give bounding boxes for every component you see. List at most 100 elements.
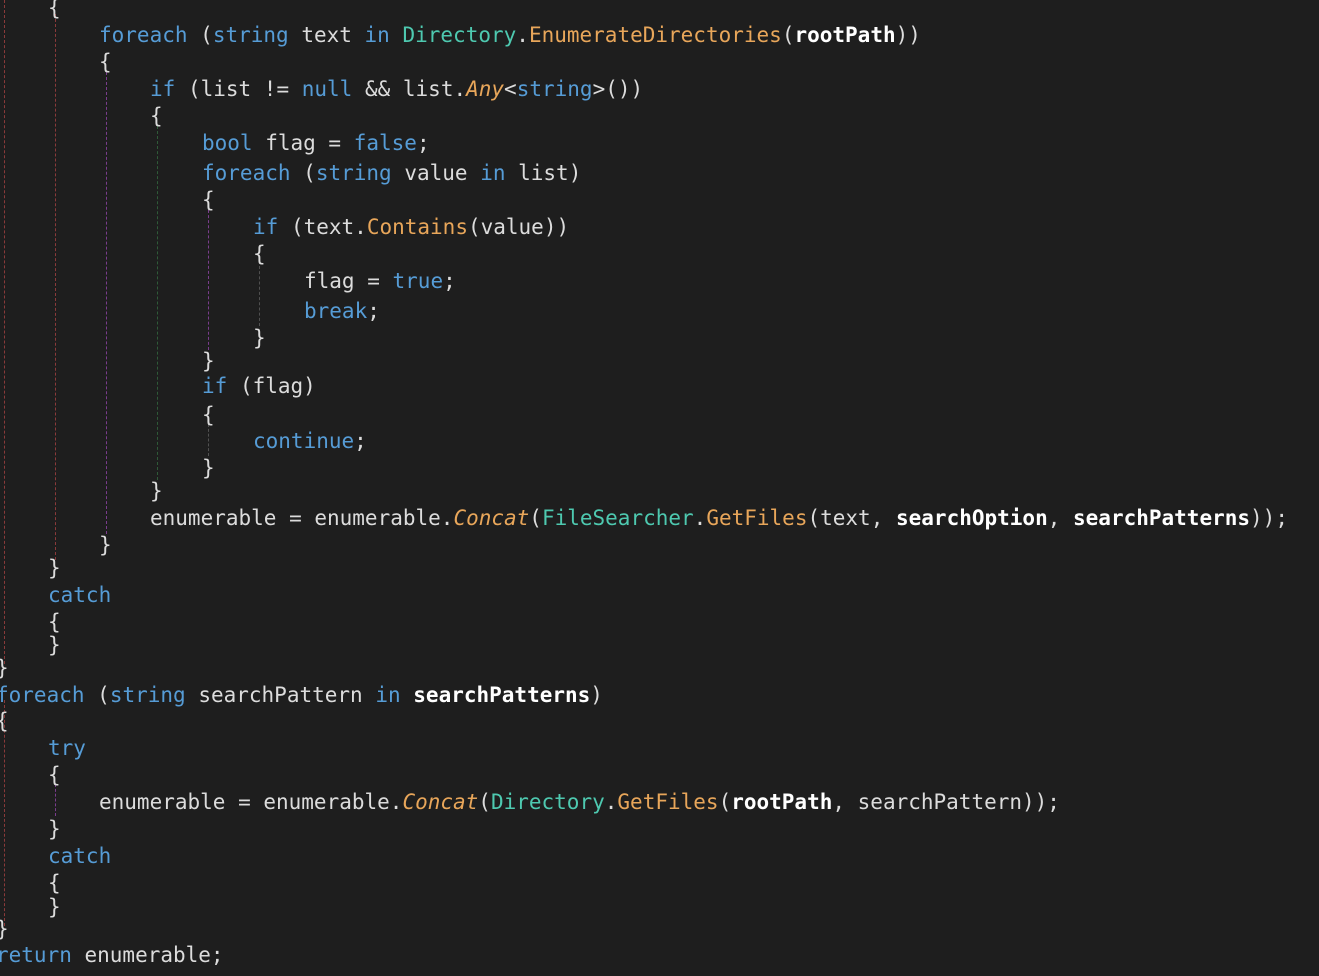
code-token: (: [187, 23, 213, 47]
code-line[interactable]: if (text.Contains(value)): [253, 213, 569, 241]
code-line[interactable]: {: [48, 0, 61, 22]
code-line[interactable]: {: [202, 186, 215, 214]
code-line[interactable]: {: [202, 401, 215, 429]
code-token: rootPath: [731, 790, 833, 814]
code-line[interactable]: foreach (string text in Directory.Enumer…: [99, 21, 921, 49]
code-token: }: [99, 533, 112, 557]
code-editor[interactable]: {foreach (string text in Directory.Enume…: [0, 0, 1319, 976]
code-token: false: [353, 131, 417, 155]
code-line[interactable]: }: [202, 347, 215, 375]
code-token: if: [150, 77, 176, 101]
code-token: {: [48, 763, 61, 787]
code-token: in: [375, 683, 401, 707]
code-line[interactable]: {: [99, 48, 112, 76]
code-token: catch: [48, 583, 112, 607]
code-token: {: [202, 188, 215, 212]
code-line[interactable]: }: [99, 531, 112, 559]
code-token: return: [0, 943, 72, 967]
code-token: }: [48, 895, 61, 919]
code-token: Concat: [453, 506, 530, 530]
code-token: && list.: [352, 77, 467, 101]
code-line[interactable]: enumerable = enumerable.Concat(FileSearc…: [150, 504, 1288, 532]
code-token: ,: [1047, 506, 1074, 530]
indent-guide: [106, 72, 107, 534]
code-line[interactable]: bool flag = false;: [202, 129, 430, 157]
code-line[interactable]: foreach (string searchPattern in searchP…: [0, 681, 603, 709]
code-line[interactable]: try: [48, 734, 86, 762]
code-token: (text.: [278, 215, 367, 239]
code-line[interactable]: }: [48, 893, 61, 921]
code-token: searchPatterns: [413, 683, 591, 707]
code-token: rootPath: [794, 23, 896, 47]
code-token: .: [516, 23, 529, 47]
code-line[interactable]: flag = true;: [304, 267, 456, 295]
code-token: , searchPattern));: [832, 790, 1060, 814]
code-token: value: [391, 161, 481, 185]
code-line[interactable]: }: [0, 915, 9, 943]
code-token: )): [895, 23, 921, 47]
code-token: }: [48, 633, 61, 657]
code-token: }: [0, 656, 9, 680]
code-token: searchPatterns: [1073, 506, 1251, 530]
code-token: {: [48, 871, 61, 895]
code-line[interactable]: }: [48, 554, 61, 582]
code-line[interactable]: {: [150, 102, 163, 130]
code-token: }: [0, 917, 9, 941]
code-line[interactable]: if (list != null && list.Any<string>()): [150, 75, 643, 103]
code-line[interactable]: }: [150, 477, 163, 505]
code-token: flag =: [304, 269, 393, 293]
code-line[interactable]: if (flag): [202, 372, 316, 400]
code-token: (: [718, 790, 732, 814]
code-line[interactable]: return enumerable;: [0, 941, 224, 969]
code-line[interactable]: foreach (string value in list): [202, 159, 581, 187]
indent-guide: [157, 126, 158, 480]
code-token: {: [202, 403, 215, 427]
indent-guide: [55, 14, 56, 560]
code-line[interactable]: continue;: [253, 427, 367, 455]
code-token: .: [693, 506, 707, 530]
code-line[interactable]: {: [48, 761, 61, 789]
indent-guide: [208, 210, 209, 350]
code-token: list): [505, 161, 582, 185]
code-token: text: [288, 23, 365, 47]
code-token: {: [150, 104, 163, 128]
code-line[interactable]: {: [253, 240, 266, 268]
code-line[interactable]: catch: [48, 842, 111, 870]
code-token: ;: [354, 429, 367, 453]
code-line[interactable]: {: [0, 707, 9, 735]
code-token: searchPattern: [185, 683, 376, 707]
code-token: .: [604, 790, 618, 814]
code-token: bool: [202, 131, 253, 155]
code-token: ): [590, 683, 603, 707]
code-token: enumerable = enumerable.: [150, 506, 454, 530]
code-token: if: [253, 215, 279, 239]
code-token: enumerable;: [71, 943, 224, 967]
code-token: ;: [443, 269, 456, 293]
code-line[interactable]: }: [202, 454, 215, 482]
code-line[interactable]: }: [253, 324, 266, 352]
code-token: GetFiles: [706, 506, 808, 530]
code-token: string: [109, 683, 186, 707]
code-token: (: [84, 683, 110, 707]
code-line[interactable]: enumerable = enumerable.Concat(Directory…: [99, 788, 1060, 816]
code-line[interactable]: }: [48, 815, 61, 843]
code-token: {: [253, 242, 266, 266]
code-token: (: [478, 790, 491, 814]
code-line[interactable]: }: [48, 631, 61, 659]
code-token: (: [529, 506, 542, 530]
code-line[interactable]: catch: [48, 581, 111, 609]
code-token: FileSearcher: [541, 506, 694, 530]
code-token: true: [392, 269, 444, 293]
code-token: {: [99, 50, 112, 74]
code-token: enumerable = enumerable.: [99, 790, 403, 814]
code-token: Directory: [402, 23, 517, 47]
code-token: Any: [466, 77, 505, 101]
code-line[interactable]: }: [0, 654, 9, 682]
code-line[interactable]: break;: [304, 297, 380, 325]
code-token: string: [516, 77, 593, 101]
code-token: ));: [1250, 506, 1288, 530]
code-token: ;: [367, 299, 380, 323]
code-token: foreach: [0, 683, 85, 707]
